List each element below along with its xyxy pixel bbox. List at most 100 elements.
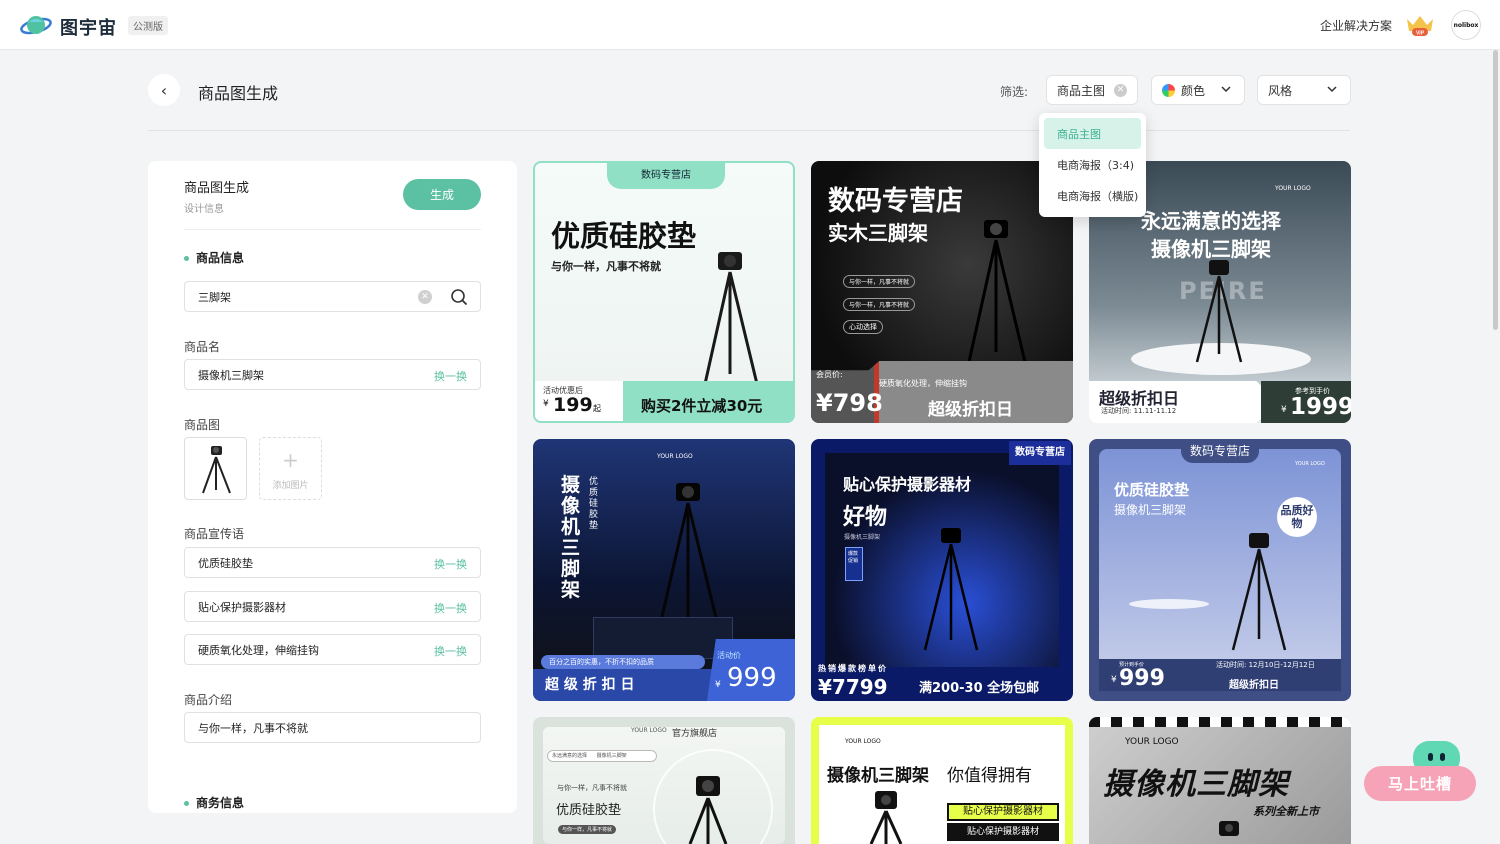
result-card-7[interactable]: YOUR LOGO 官方旗舰店 永远满意的选择 摄像机三脚架 与你一样，凡事不将…	[533, 717, 795, 844]
slogan-field-3[interactable]: 硬质氧化处理，伸缩挂钩 换一换	[184, 634, 481, 665]
search-icon[interactable]	[450, 288, 468, 306]
brand-name[interactable]: 图宇宙	[60, 14, 117, 40]
card-subline: 与你一样，凡事不将就	[557, 784, 627, 792]
result-card-9[interactable]: YOUR LOGO 摄像机三脚架 系列全新上市	[1089, 717, 1351, 844]
vip-crown-icon[interactable]: VIP	[1404, 13, 1436, 37]
result-card-8[interactable]: YOUR LOGO 摄像机三脚架 你值得拥有 贴心保护摄影器材 贴心保护摄影器材	[811, 717, 1073, 844]
tripod-icon	[703, 252, 759, 385]
product-name-value: 摄像机三脚架	[198, 368, 264, 382]
result-card-5[interactable]: 数码专营店 贴心保护摄影器材 好物 摄像机三脚架 爆款促销 热销爆款榜单价 ¥7…	[811, 439, 1073, 701]
chevron-left-icon: ‹	[160, 80, 168, 100]
card-headline: 摄像机三脚架	[827, 766, 929, 786]
card-headline-1: 永远满意的选择	[1141, 209, 1281, 233]
tripod-icon	[923, 528, 979, 651]
card-headline-2: 实木三脚架	[828, 221, 928, 245]
page-scrollbar[interactable]	[1493, 50, 1498, 330]
slogan-field-2[interactable]: 贴心保护摄影器材 换一换	[184, 591, 481, 622]
tripod-icon	[688, 776, 728, 844]
panel-divider	[184, 229, 481, 230]
card-banner: 百分之百的实惠，不折不扣的品质	[541, 655, 705, 669]
promo-badge: 爆款促销	[845, 547, 863, 581]
planet-logo-icon[interactable]	[20, 12, 52, 38]
dropdown-option-poster-34[interactable]: 电商海报（3:4)	[1044, 149, 1141, 180]
tripod-icon	[967, 220, 1027, 363]
vip-label: VIP	[1416, 31, 1425, 37]
add-image-label: 添加图片	[272, 481, 309, 491]
filter-type-select[interactable]: 商品主图 ✕	[1046, 75, 1138, 105]
user-avatar[interactable]: nolibox	[1451, 10, 1481, 40]
card-logo: YOUR LOGO	[631, 727, 667, 734]
result-card-4[interactable]: YOUR LOGO 摄像机三脚架 优质硅胶垫 百分之百的实惠，不折不扣的品质 超…	[533, 439, 795, 701]
card-logo: YOUR LOGO	[657, 453, 693, 460]
product-search-input[interactable]: 三脚架 ✕	[184, 281, 481, 312]
card-headline: 优质硅胶垫	[551, 219, 697, 253]
intro-field[interactable]: 与你一样，凡事不将就	[184, 712, 481, 743]
slogan-field-1[interactable]: 优质硅胶垫 换一换	[184, 547, 481, 578]
plus-icon: +	[282, 448, 299, 472]
filter-label: 筛选:	[1000, 85, 1029, 99]
card-price: 999	[727, 663, 777, 693]
swap-button[interactable]: 换一换	[434, 368, 467, 384]
tripod-icon	[202, 446, 231, 494]
vertical-subtitle: 优质硅胶垫	[589, 477, 599, 531]
store-tag: 数码专营店	[1009, 441, 1071, 465]
vertical-title: 摄像机三脚架	[561, 474, 581, 601]
search-value: 三脚架	[198, 290, 231, 304]
result-card-6[interactable]: 数码专营店 YOUR LOGO 优质硅胶垫 摄像机三脚架 品质好物 预计到手价 …	[1089, 439, 1351, 701]
filter-color-label: 颜色	[1181, 83, 1206, 98]
checker-border	[1089, 717, 1351, 727]
card-pill-2: 与你一样，凡事不将就	[843, 298, 916, 311]
hot-label: 热销爆款榜单价	[818, 664, 888, 673]
filter-color-select[interactable]: 颜色	[1151, 75, 1245, 105]
header-divider	[148, 130, 1350, 131]
yen-sign: ¥	[715, 680, 721, 690]
card-promo: 超级折扣日	[928, 400, 1013, 420]
card-promo: 超级折扣日	[1229, 680, 1279, 691]
color-wheel-icon	[1162, 83, 1175, 97]
clear-icon[interactable]: ✕	[1114, 84, 1127, 97]
yen-sign: ¥	[543, 399, 549, 409]
clear-icon[interactable]: ✕	[418, 290, 432, 304]
card-tag-1: 贴心保护摄影器材	[947, 803, 1059, 821]
dropdown-option-poster-wide[interactable]: 电商海报（横版)	[1044, 180, 1141, 211]
add-image-button[interactable]: + 添加图片	[259, 437, 322, 500]
card-logo: YOUR LOGO	[1125, 737, 1179, 747]
tripod-icon	[1195, 260, 1243, 363]
generate-button[interactable]: 生成	[403, 179, 481, 210]
swap-button[interactable]: 换一换	[434, 600, 467, 616]
card-headline-1: 优质硅胶垫	[1114, 481, 1190, 499]
feedback-button[interactable]: 马上吐槽	[1364, 766, 1476, 801]
card-price: ¥7799	[818, 675, 888, 699]
search-left: 永远满意的选择	[552, 753, 588, 759]
top-bar: 图宇宙 公测版 企业解决方案 VIP nolibox	[0, 0, 1500, 50]
store-tag: 数码专营店	[1181, 439, 1259, 463]
slogan-value: 硬质氧化处理，伸缩挂钩	[198, 643, 319, 657]
swap-button[interactable]: 换一换	[434, 643, 467, 659]
card-logo: YOUR LOGO	[1295, 461, 1325, 467]
product-image-label: 商品图	[184, 418, 221, 432]
card-price: 999	[1119, 666, 1165, 691]
card-subline: 与你一样，凡事不将就	[551, 260, 661, 273]
filter-type-value: 商品主图	[1057, 83, 1106, 98]
card-logo: YOUR LOGO	[845, 738, 881, 745]
card-headline-1: 数码专营店	[828, 186, 963, 217]
filter-style-select[interactable]: 风格	[1257, 75, 1351, 105]
mock-search-bar: 永远满意的选择 摄像机三脚架	[547, 750, 657, 762]
product-name-field[interactable]: 摄像机三脚架 换一换	[184, 359, 481, 390]
dropdown-option-main[interactable]: 商品主图	[1044, 118, 1141, 149]
tripod-icon	[1231, 533, 1287, 651]
filter-style-label: 风格	[1268, 83, 1293, 98]
back-button[interactable]: ‹	[148, 74, 180, 106]
card-pill: 与你一样，凡事不将就	[558, 825, 617, 834]
result-card-2[interactable]: 数码专营店 实木三脚架 与你一样，凡事不将就 与你一样，凡事不将就 心动选择 会…	[811, 161, 1073, 423]
product-image-thumbnail[interactable]	[184, 437, 247, 500]
card-pill-1: 与你一样，凡事不将就	[843, 275, 916, 288]
slogan-value: 贴心保护摄影器材	[198, 600, 286, 614]
table-top	[1129, 599, 1209, 609]
card-date: 活动时间: 11.11-11.12	[1101, 407, 1177, 415]
swap-button[interactable]: 换一换	[434, 556, 467, 572]
result-card-1[interactable]: 数码专营店 优质硅胶垫 与你一样，凡事不将就 活动优惠后 ¥ 199 起 购买2…	[533, 161, 795, 423]
enterprise-solutions-link[interactable]: 企业解决方案	[1320, 17, 1392, 34]
card-offer: 满200-30 全场包邮	[919, 681, 1040, 696]
product-info-section: 商品信息	[184, 249, 244, 266]
